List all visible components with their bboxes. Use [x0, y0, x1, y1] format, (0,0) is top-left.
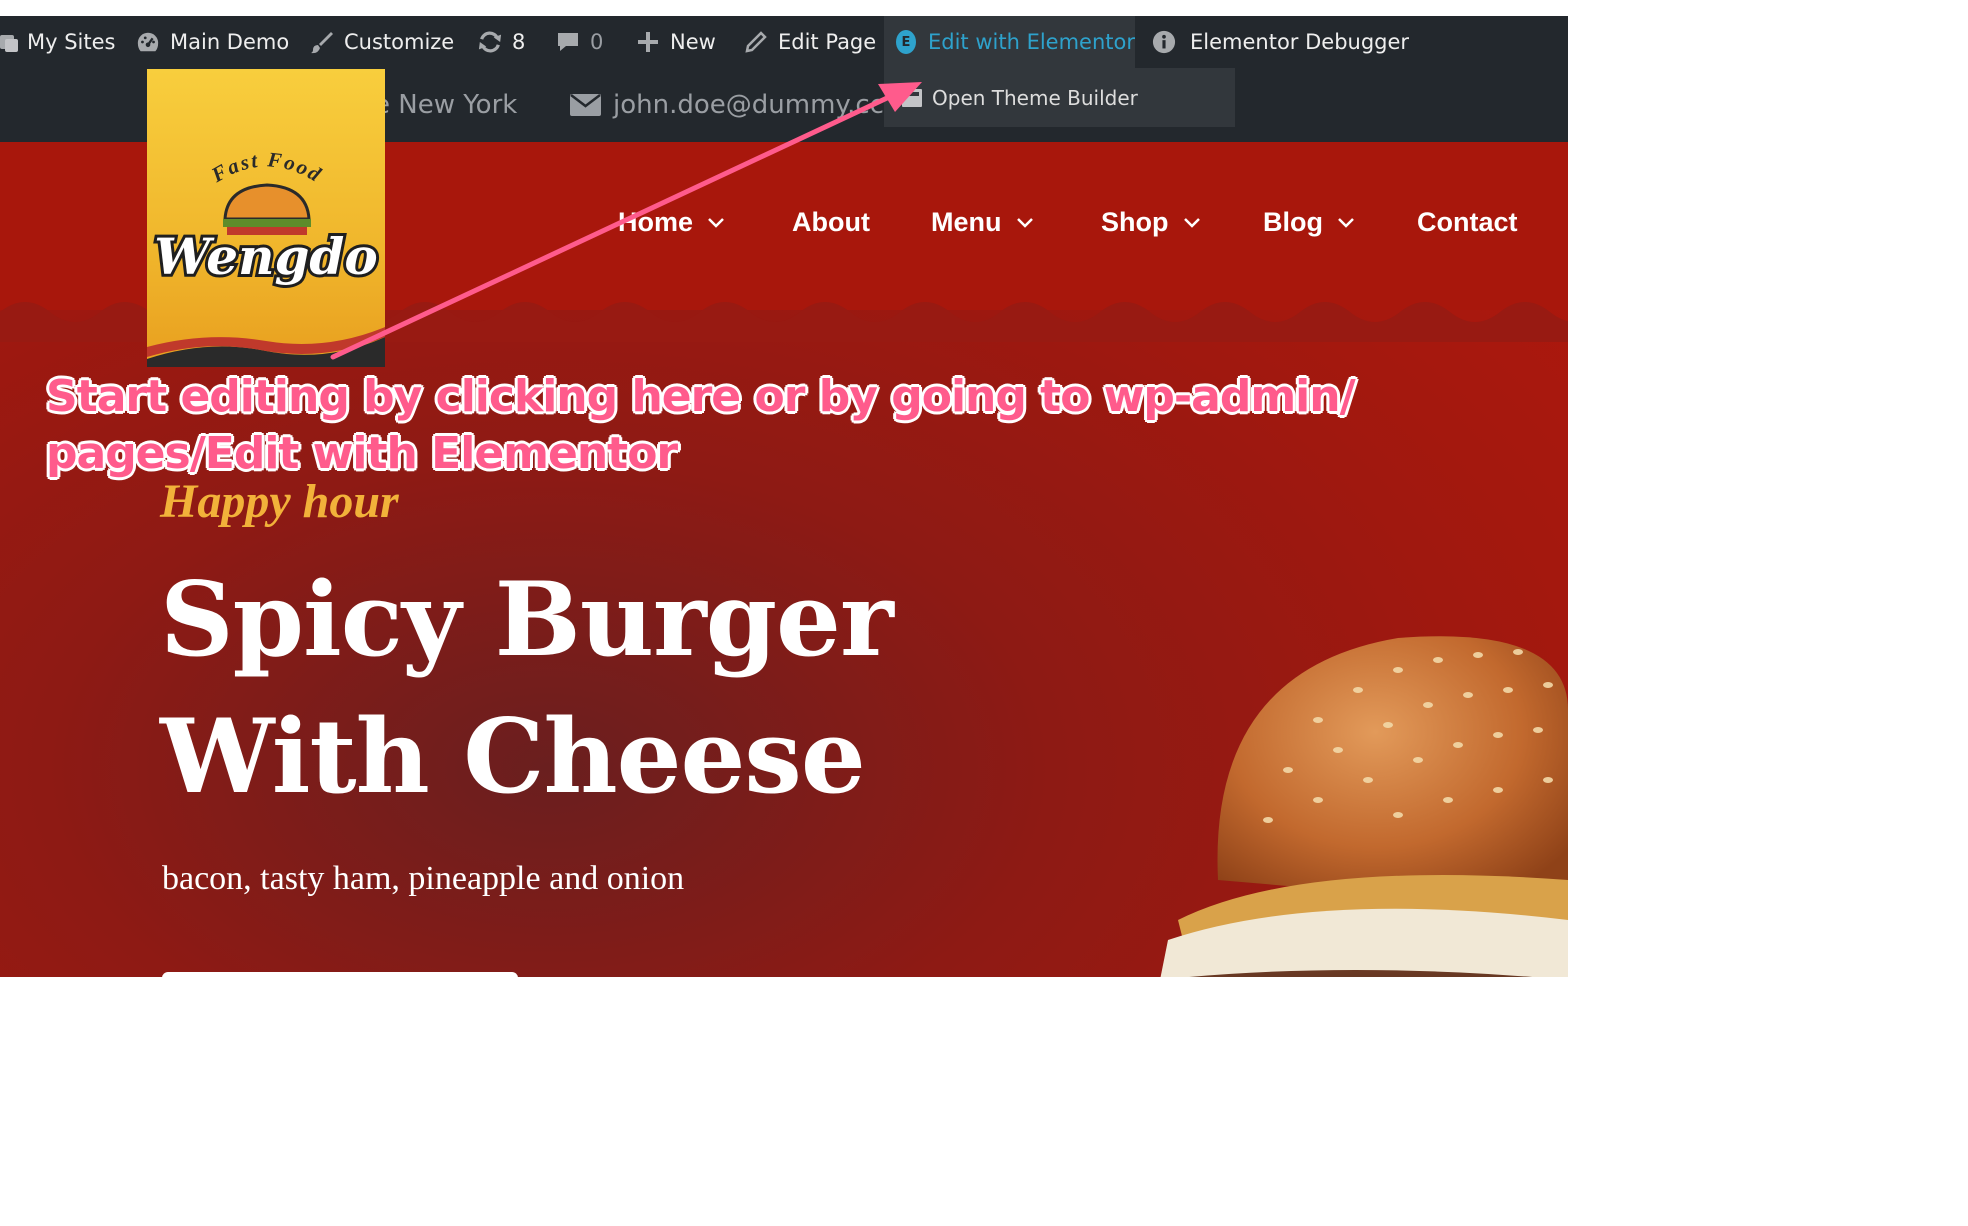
- nav-contact-label: Contact: [1417, 206, 1518, 237]
- chevron-down-icon: [1338, 218, 1354, 228]
- email-info[interactable]: john.doe@dummy.cc: [570, 68, 884, 142]
- updates-count: 8: [512, 30, 526, 54]
- my-sites-icon: [0, 30, 18, 54]
- nav-about-label: About: [792, 206, 870, 237]
- nav-item-menu[interactable]: Menu: [931, 190, 1034, 254]
- customize-link[interactable]: Customize: [310, 16, 454, 68]
- logo-name: Wengdo: [154, 227, 378, 286]
- customize-label: Customize: [344, 30, 455, 54]
- open-theme-builder-link[interactable]: Open Theme Builder: [932, 68, 1138, 127]
- logo-artwork: Fast Food Wengdo: [147, 147, 385, 367]
- elementor-debugger-label: Elementor Debugger: [1190, 30, 1410, 54]
- svg-text:Fast Food: Fast Food: [206, 147, 326, 187]
- theme-builder-icon: [902, 89, 922, 112]
- envelope-icon: [570, 94, 601, 116]
- logo-tagline: Fast Food: [206, 147, 324, 187]
- elementor-debugger-menu[interactable]: Elementor Debugger: [1152, 16, 1409, 68]
- comment-bubble-icon: [556, 30, 580, 54]
- my-sites-menu[interactable]: My Sites: [0, 16, 115, 68]
- edit-page-label: Edit Page: [778, 30, 877, 54]
- hero-subtitle: bacon, tasty ham, pineapple and onion: [162, 860, 685, 897]
- plus-icon: [636, 30, 660, 54]
- paintbrush-icon: [310, 30, 334, 54]
- site-name-label: Main Demo: [170, 30, 290, 54]
- updates-refresh-icon: [478, 30, 502, 54]
- elementor-dropdown: Open Theme Builder: [884, 68, 1235, 127]
- email-text: john.doe@dummy.cc: [613, 90, 884, 120]
- info-icon: [1152, 30, 1176, 54]
- site-name-menu[interactable]: Main Demo: [136, 16, 289, 68]
- edit-page-link[interactable]: Edit Page: [744, 16, 876, 68]
- new-content-menu[interactable]: New: [636, 16, 716, 68]
- pencil-icon: [744, 30, 768, 54]
- nav-shop-label: Shop: [1101, 206, 1169, 237]
- nav-menu-label: Menu: [931, 206, 1002, 237]
- dashboard-gauge-icon: [136, 30, 160, 54]
- chevron-down-icon: [1016, 218, 1033, 228]
- nav-item-about[interactable]: About: [792, 190, 870, 254]
- nav-item-blog[interactable]: Blog: [1263, 190, 1355, 254]
- nav-home-label: Home: [618, 206, 694, 237]
- burger-image: [1160, 636, 1568, 977]
- chevron-down-icon: [1183, 218, 1200, 228]
- nav-blog-label: Blog: [1263, 206, 1323, 237]
- annotation-text: Start editing by clicking here or by goi…: [46, 371, 1356, 479]
- my-sites-label: My Sites: [27, 30, 116, 54]
- comments-link[interactable]: 0: [556, 16, 603, 68]
- top-white-strip: [0, 0, 1568, 16]
- hero-title-line2: With Cheese: [160, 697, 866, 817]
- new-label: New: [670, 30, 716, 54]
- comments-count: 0: [590, 30, 604, 54]
- hero-title-line1: Spicy Burger: [160, 560, 894, 680]
- nav-item-home[interactable]: Home: [618, 190, 725, 254]
- site-logo[interactable]: Fast Food Wengdo: [147, 69, 385, 367]
- chevron-down-icon: [708, 218, 724, 228]
- wp-admin-bar: My Sites Main Demo Customize 8 0 New Edi…: [0, 16, 1568, 68]
- location-text: e New York: [374, 90, 518, 120]
- nav-item-contact[interactable]: Contact: [1417, 190, 1518, 254]
- edit-with-elementor-label: Edit with Elementor: [928, 30, 1135, 54]
- hero-cta-button[interactable]: [162, 972, 518, 977]
- hero-kicker: Happy hour: [160, 475, 399, 528]
- edit-with-elementor-menu[interactable]: E Edit with Elementor: [884, 16, 1135, 68]
- updates-link[interactable]: 8: [478, 16, 525, 68]
- nav-item-shop[interactable]: Shop: [1101, 190, 1201, 254]
- elementor-logo-icon: E: [896, 30, 916, 54]
